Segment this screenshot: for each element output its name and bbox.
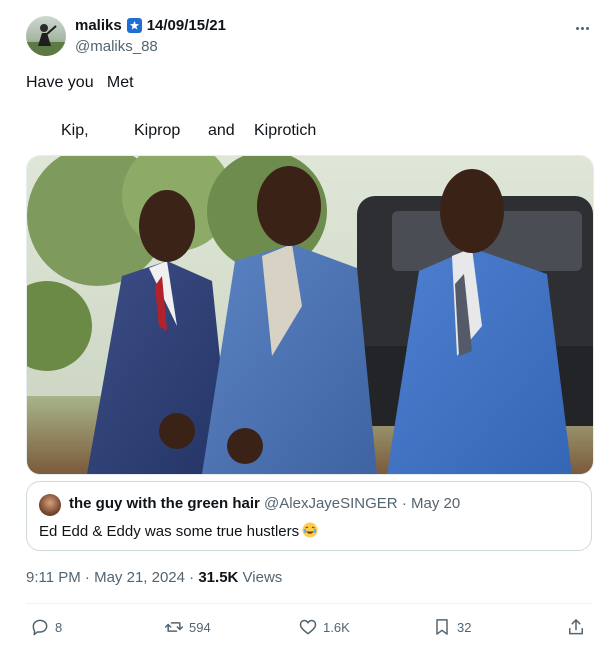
author-row: maliks 14/09/15/21 <box>75 17 226 34</box>
quote-date[interactable]: May 20 <box>411 495 460 512</box>
post-text-name: Kiprop <box>134 122 181 139</box>
meta-separator: · <box>84 569 90 586</box>
bookmark-icon <box>436 619 448 635</box>
repost-count: 594 <box>189 619 211 635</box>
quote-author-handle[interactable]: @AlexJayeSINGER <box>264 495 398 512</box>
divider <box>26 603 592 604</box>
post-text-name: Kiprotich <box>254 122 317 139</box>
quote-author-name[interactable]: the guy with the green hair <box>69 495 260 512</box>
repost-icon <box>164 622 184 632</box>
reply-button[interactable]: 8 <box>30 617 62 637</box>
post-date[interactable]: May 21, 2024 <box>94 569 185 586</box>
post-text-name: Kip, <box>61 122 89 139</box>
star-badge-icon <box>126 18 142 33</box>
share-icon <box>569 619 583 635</box>
quote-text: Ed Edd & Eddy was some true hustlers <box>39 522 318 542</box>
share-button[interactable] <box>566 617 586 637</box>
quoted-tweet[interactable]: the guy with the green hair @AlexJayeSIN… <box>26 481 592 551</box>
bookmark-button[interactable]: 32 <box>432 617 471 637</box>
post-text-line: Have you Met <box>26 74 134 91</box>
more-icon[interactable] <box>572 18 592 38</box>
repost-button[interactable]: 594 <box>164 617 211 637</box>
author-name-suffix: 14/09/15/21 <box>146 17 226 34</box>
author-handle[interactable]: @maliks_88 <box>75 38 158 55</box>
quote-separator: · <box>401 495 407 512</box>
quote-avatar[interactable] <box>39 494 61 516</box>
post-time[interactable]: 9:11 PM <box>26 569 81 586</box>
post-meta: 9:11 PM · May 21, 2024 · 31.5K Views <box>26 569 282 586</box>
quote-text-body: Ed Edd & Eddy was some true hustlers <box>39 523 300 540</box>
like-button[interactable]: 1.6K <box>298 617 350 637</box>
author-name[interactable]: maliks <box>75 17 122 34</box>
like-count: 1.6K <box>323 619 350 635</box>
views-count: 31.5K <box>198 569 239 586</box>
post-image[interactable] <box>26 155 594 475</box>
tweet: maliks 14/09/15/21 @maliks_88 Have you M… <box>0 0 614 657</box>
reply-icon <box>32 619 48 636</box>
meta-separator: · <box>189 569 195 586</box>
laughing-emoji-icon <box>302 522 318 542</box>
action-bar: 8 594 1.6K 32 <box>26 617 592 641</box>
post-text-name: and <box>208 122 235 139</box>
heart-icon <box>299 619 317 635</box>
bookmark-count: 32 <box>457 619 472 635</box>
avatar[interactable] <box>26 16 66 56</box>
views-label: Views <box>242 569 283 586</box>
quote-header: the guy with the green hair @AlexJayeSIN… <box>69 495 460 512</box>
reply-count: 8 <box>55 619 63 635</box>
